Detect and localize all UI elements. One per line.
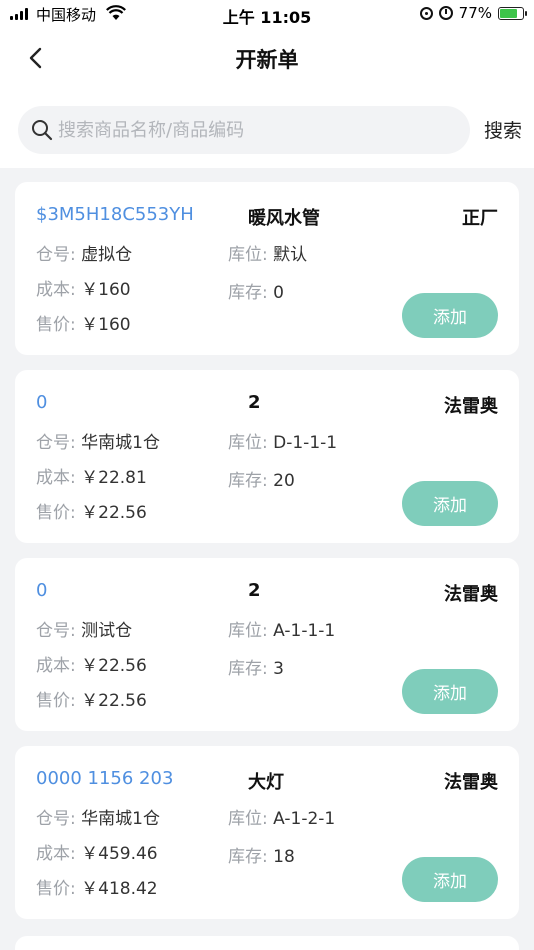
location-label: 库位: [228, 433, 268, 453]
product-brand: 法雷奥 [444, 772, 498, 793]
cost-label: 成本: [36, 280, 76, 300]
price-value: ￥22.56 [81, 691, 147, 711]
location-value: A-1-2-1 [273, 809, 336, 829]
product-name: 暖风水管 [248, 208, 320, 229]
warehouse-label: 仓号: [36, 621, 76, 641]
cost-row: 成本: ￥22.56 [36, 651, 147, 676]
product-code: 0 [36, 580, 48, 601]
stock-value: 20 [273, 471, 295, 491]
location-label: 库位: [228, 809, 268, 829]
product-card[interactable]: 0000 1156 203 大灯 法雷奥仓号: 华南城1仓 库位: A-1-2-1 成本… [15, 746, 519, 919]
battery-icon [498, 6, 527, 20]
warehouse-row: 仓号: 测试仓 [36, 616, 132, 641]
product-card[interactable]: 0 2 法雷奥仓号: 测试仓 库位: A-1-1-1 成本: ￥22.56 库存: 3 售价… [15, 558, 519, 731]
price-value: ￥22.56 [81, 503, 147, 523]
warehouse-value: 虚拟仓 [81, 245, 133, 265]
product-name: 2 [248, 392, 261, 413]
warehouse-value: 测试仓 [81, 621, 133, 641]
product-card[interactable]: 0 2 法雷奥仓号: 华南城1仓 库位: D-1-1-1 成本: ￥22.81 库存: 2… [15, 370, 519, 543]
cost-label: 成本: [36, 844, 76, 864]
add-button[interactable]: 添加 [402, 293, 498, 338]
add-button[interactable]: 添加 [402, 669, 498, 714]
stock-value: 3 [273, 659, 284, 679]
product-brand: 法雷奥 [444, 396, 498, 417]
cost-row: 成本: ￥459.46 [36, 839, 158, 864]
header-area: 中国移动 上午 11:05 77% 开新单 搜索 [0, 0, 534, 168]
stock-row: 库存: 3 [228, 654, 284, 679]
warehouse-row: 仓号: 华南城1仓 [36, 428, 160, 453]
stock-label: 库存: [228, 283, 268, 303]
warehouse-label: 仓号: [36, 809, 76, 829]
stock-label: 库存: [228, 471, 268, 491]
product-brand: 法雷奥 [444, 584, 498, 605]
cost-value: ￥160 [81, 280, 131, 300]
search-icon [32, 120, 53, 141]
location-value: 默认 [273, 245, 308, 265]
price-value: ￥160 [81, 315, 131, 335]
cost-value: ￥22.56 [81, 656, 147, 676]
price-row: 售价: ￥160 [36, 310, 131, 335]
location-label: 库位: [228, 621, 268, 641]
stock-row: 库存: 20 [228, 466, 295, 491]
price-label: 售价: [36, 879, 76, 899]
battery-percent: 77% [458, 4, 492, 22]
cost-label: 成本: [36, 656, 76, 676]
cost-row: 成本: ￥160 [36, 275, 131, 300]
product-name: 2 [248, 580, 261, 601]
orientation-lock-icon [419, 6, 433, 20]
alarm-icon [438, 6, 453, 20]
product-code: 0 [36, 392, 48, 413]
location-label: 库位: [228, 245, 268, 265]
cost-value: ￥22.81 [81, 468, 147, 488]
product-code: $3M5H18C553YH [36, 204, 194, 225]
location-row: 库位: A-1-1-1 [228, 616, 335, 641]
price-label: 售价: [36, 315, 76, 335]
location-value: D-1-1-1 [273, 433, 338, 453]
price-value: ￥418.42 [81, 879, 158, 899]
search-button[interactable]: 搜索 [484, 116, 522, 143]
add-button[interactable]: 添加 [402, 481, 498, 526]
stock-label: 库存: [228, 659, 268, 679]
warehouse-value: 华南城1仓 [81, 433, 160, 453]
warehouse-row: 仓号: 华南城1仓 [36, 804, 160, 829]
stock-row: 库存: 0 [228, 278, 284, 303]
cost-value: ￥459.46 [81, 844, 158, 864]
nav-bar: 开新单 [0, 36, 534, 80]
location-value: A-1-1-1 [273, 621, 336, 641]
product-code: 0000 1156 203 [36, 768, 174, 789]
product-brand: 正厂 [462, 208, 498, 229]
price-row: 售价: ￥418.42 [36, 874, 158, 899]
warehouse-label: 仓号: [36, 245, 76, 265]
location-row: 库位: A-1-2-1 [228, 804, 335, 829]
cost-label: 成本: [36, 468, 76, 488]
price-label: 售价: [36, 503, 76, 523]
warehouse-row: 仓号: 虚拟仓 [36, 240, 132, 265]
location-row: 库位: D-1-1-1 [228, 428, 337, 453]
status-bar: 中国移动 上午 11:05 77% [0, 0, 534, 28]
stock-row: 库存: 18 [228, 842, 295, 867]
warehouse-label: 仓号: [36, 433, 76, 453]
price-label: 售价: [36, 691, 76, 711]
location-row: 库位: 默认 [228, 240, 307, 265]
stock-value: 18 [273, 847, 295, 867]
search-box[interactable] [18, 106, 470, 154]
status-right: 77% [419, 4, 527, 22]
next-card-edge [15, 936, 519, 950]
stock-value: 0 [273, 283, 284, 303]
page-title: 开新单 [235, 48, 299, 72]
stock-label: 库存: [228, 847, 268, 867]
warehouse-value: 华南城1仓 [81, 809, 160, 829]
cost-row: 成本: ￥22.81 [36, 463, 147, 488]
search-input[interactable] [58, 106, 458, 154]
price-row: 售价: ￥22.56 [36, 498, 147, 523]
product-card[interactable]: $3M5H18C553YH 暖风水管 正厂仓号: 虚拟仓 库位: 默认成本: ￥160… [15, 182, 519, 355]
product-name: 大灯 [248, 772, 284, 793]
add-button[interactable]: 添加 [402, 857, 498, 902]
price-row: 售价: ￥22.56 [36, 686, 147, 711]
